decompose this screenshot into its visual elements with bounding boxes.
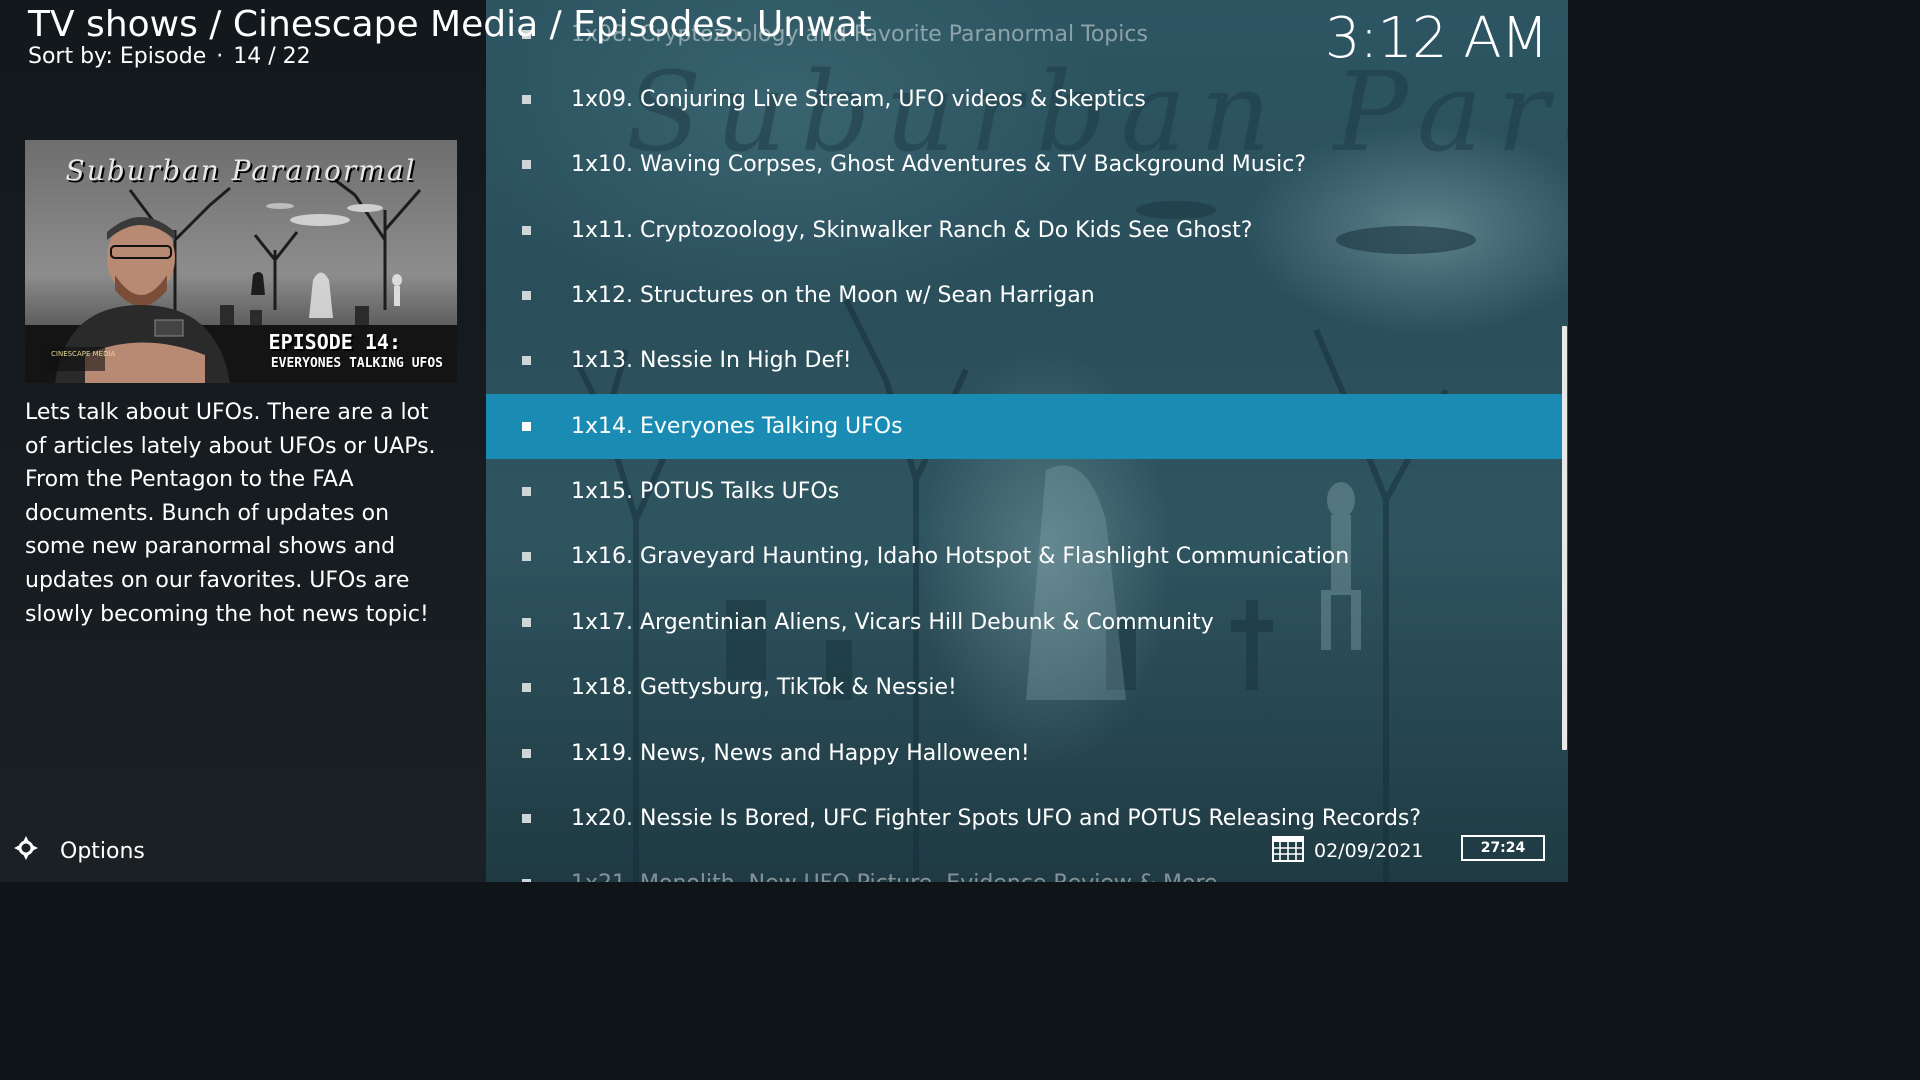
- footer-date: 02/09/2021: [1272, 834, 1424, 867]
- episode-title: 1x18. Gettysburg, TikTok & Nessie!: [571, 675, 957, 701]
- breadcrumb-title: TV shows / Cinescape Media / Episodes: U…: [28, 4, 872, 45]
- aired-date: 02/09/2021: [1314, 839, 1424, 862]
- episode-plot: Lets talk about UFOs. There are a lot of…: [25, 400, 436, 627]
- options-button[interactable]: Options: [12, 834, 145, 868]
- episode-duration: 27:24: [1461, 835, 1545, 861]
- unwatched-bullet-icon: [522, 683, 531, 693]
- episode-list[interactable]: 1x08. Cryptozoology and Favorite Paranor…: [486, 0, 1568, 882]
- unwatched-bullet-icon: [522, 617, 531, 627]
- unwatched-bullet-icon: [522, 356, 531, 366]
- thumbnail-episode-subtitle: EVERYONES TALKING UFOS: [270, 356, 443, 371]
- episode-row[interactable]: 1x17. Argentinian Aliens, Vicars Hill De…: [486, 590, 1562, 655]
- calendar-icon: [1272, 834, 1304, 867]
- sort-info[interactable]: Sort by: Episode · 14 / 22: [28, 44, 311, 69]
- episode-row[interactable]: 1x18. Gettysburg, TikTok & Nessie!: [486, 655, 1562, 720]
- unwatched-bullet-icon: [522, 225, 531, 235]
- episode-title: 1x12. Structures on the Moon w/ Sean Har…: [571, 283, 1095, 309]
- list-scrollbar[interactable]: [1562, 326, 1567, 750]
- options-label: Options: [60, 838, 145, 864]
- sort-label[interactable]: Sort by: Episode: [28, 44, 206, 69]
- unwatched-bullet-icon: [522, 748, 531, 758]
- unwatched-bullet-icon: [522, 552, 531, 562]
- episode-row[interactable]: 1x11. Cryptozoology, Skinwalker Ranch & …: [486, 198, 1562, 263]
- episode-title: 1x10. Waving Corpses, Ghost Adventures &…: [571, 152, 1307, 178]
- episode-row[interactable]: 1x12. Structures on the Moon w/ Sean Har…: [486, 263, 1562, 328]
- episode-row[interactable]: 1x10. Waving Corpses, Ghost Adventures &…: [486, 132, 1562, 197]
- episode-row[interactable]: 1x13. Nessie In High Def!: [486, 328, 1562, 393]
- options-gear-icon: [12, 834, 40, 868]
- episode-row[interactable]: 1x15. POTUS Talks UFOs: [486, 459, 1562, 524]
- episode-title: 1x19. News, News and Happy Halloween!: [571, 740, 1030, 766]
- unwatched-bullet-icon: [522, 421, 531, 431]
- kodi-episode-view: Suburban Paranormal 1: [0, 0, 1568, 882]
- episode-title: 1x09. Conjuring Live Stream, UFO videos …: [571, 87, 1146, 112]
- episode-row[interactable]: 1x19. News, News and Happy Halloween!: [486, 721, 1562, 786]
- episode-title: 1x17. Argentinian Aliens, Vicars Hill De…: [571, 609, 1214, 635]
- unwatched-bullet-icon: [522, 291, 531, 301]
- list-position: 14 / 22: [233, 44, 311, 69]
- unwatched-bullet-icon: [522, 813, 531, 823]
- separator-dot: ·: [216, 44, 224, 69]
- clock: 3:12 AM: [1324, 6, 1549, 71]
- episode-title: 1x16. Graveyard Haunting, Idaho Hotspot …: [571, 544, 1350, 570]
- thumbnail-brand: CINESCAPE MEDIA: [51, 350, 116, 358]
- unwatched-bullet-icon: [522, 487, 531, 497]
- episode-row-selected[interactable]: 1x14. Everyones Talking UFOs: [486, 393, 1562, 459]
- unwatched-bullet-icon: [522, 879, 531, 882]
- episode-title: 1x15. POTUS Talks UFOs: [571, 479, 840, 505]
- episode-title: 1x11. Cryptozoology, Skinwalker Ranch & …: [571, 217, 1253, 243]
- episode-title: 1x13. Nessie In High Def!: [571, 348, 852, 374]
- unwatched-bullet-icon: [522, 95, 531, 104]
- episode-row[interactable]: 1x09. Conjuring Live Stream, UFO videos …: [486, 67, 1562, 132]
- thumbnail-title: Suburban Paranormal: [65, 154, 417, 187]
- episode-title: 1x14. Everyones Talking UFOs: [571, 413, 903, 439]
- unwatched-bullet-icon: [522, 160, 531, 170]
- thumbnail-episode-heading: EPISODE 14:: [268, 330, 401, 354]
- episode-title: 1x21. Monolith, New UFO Picture, Evidenc…: [571, 851, 1218, 882]
- episode-thumbnail: Suburban Paranormal CINESCAPE MEDIA EPIS…: [25, 140, 457, 383]
- episode-row[interactable]: 1x16. Graveyard Haunting, Idaho Hotspot …: [486, 524, 1562, 589]
